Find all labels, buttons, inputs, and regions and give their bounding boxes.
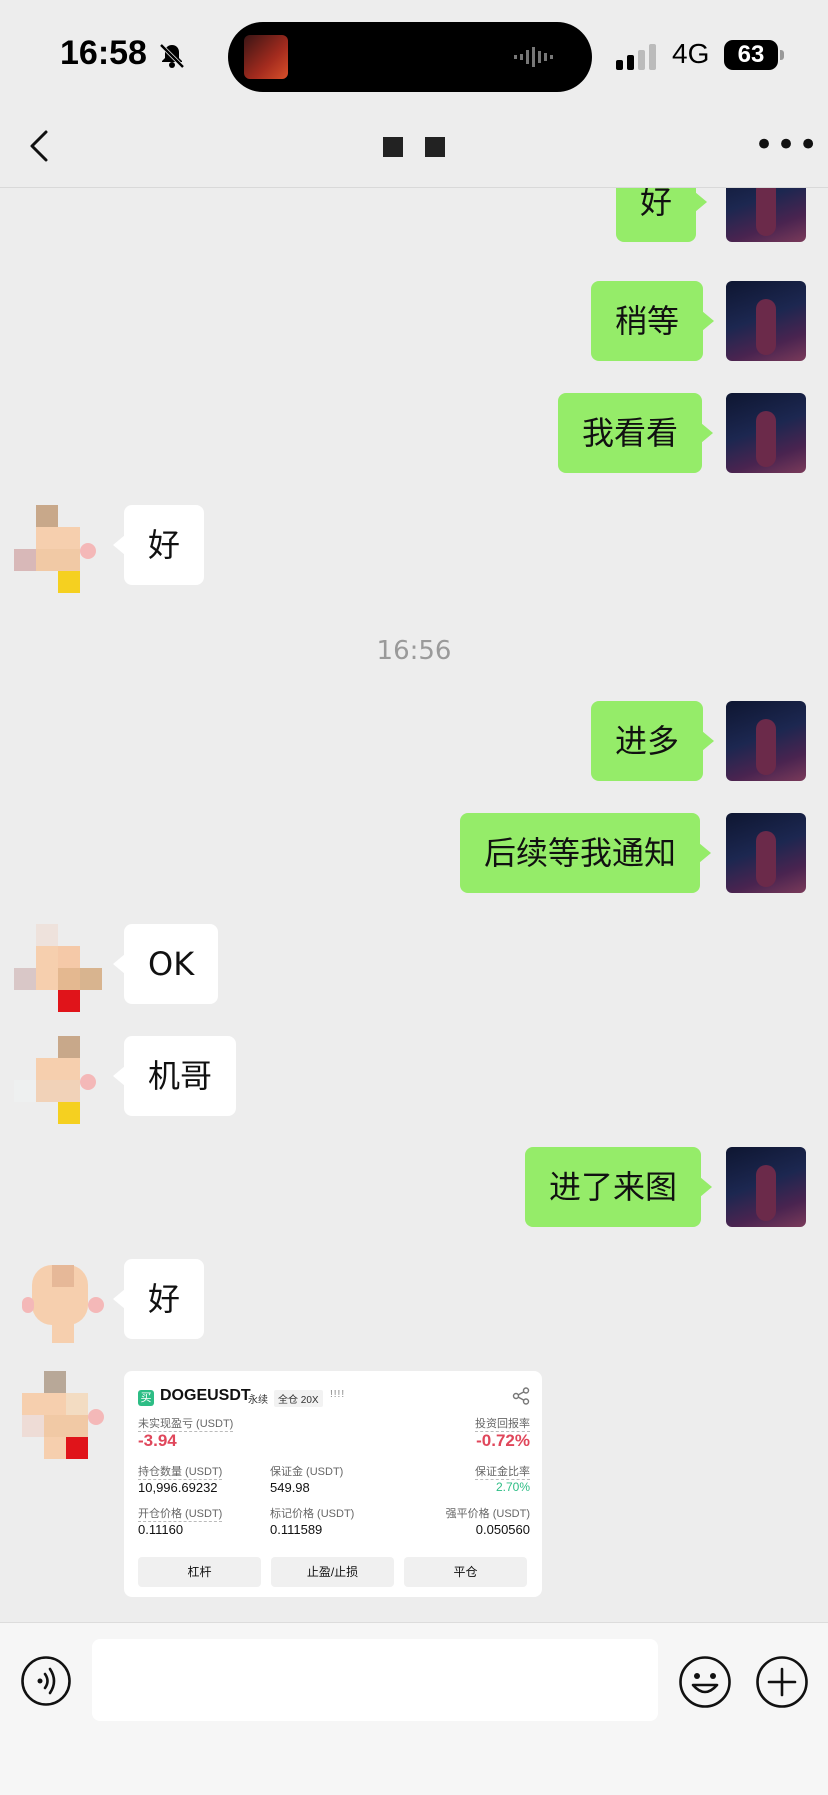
- timestamp: 16:56: [376, 636, 452, 666]
- dynamic-island[interactable]: [228, 22, 592, 92]
- contact-avatar[interactable]: [14, 505, 102, 593]
- more-options-icon[interactable]: •••: [754, 128, 820, 162]
- roe-value: -0.72%: [476, 1431, 530, 1450]
- margin-mode-tag: 全仓 20X: [274, 1390, 323, 1407]
- clock: 16:58: [60, 34, 147, 72]
- margin-label: 保证金 (USDT): [270, 1466, 344, 1478]
- chat-header: •••: [0, 100, 828, 188]
- back-icon[interactable]: [26, 128, 56, 164]
- mark-price-value: 0.111589: [270, 1522, 323, 1537]
- share-icon: [512, 1387, 530, 1405]
- entry-price-value: 0.11160: [138, 1522, 184, 1537]
- contact-avatar[interactable]: [22, 1259, 110, 1347]
- message-bubble-sent[interactable]: 好: [616, 188, 708, 242]
- roe-label: 投资回报率: [475, 1415, 530, 1432]
- entry-price-label: 开仓价格 (USDT): [138, 1505, 223, 1522]
- chat-title-redacted: [383, 137, 445, 157]
- composer-bar: [0, 1622, 828, 1795]
- more-actions-icon[interactable]: [755, 1655, 809, 1709]
- contact-avatar[interactable]: [22, 1371, 110, 1459]
- liquidation-price-value: 0.050560: [475, 1522, 530, 1537]
- liquidation-price-label: 强平价格 (USDT): [445, 1508, 530, 1520]
- position-size-label: 持仓数量 (USDT): [138, 1463, 223, 1480]
- perpetual-tag: 永续: [248, 1395, 268, 1406]
- margin-value: 549.98: [270, 1480, 310, 1495]
- margin-ratio-label: 保证金比率: [475, 1463, 530, 1480]
- message-bubble-received[interactable]: OK: [112, 924, 219, 1004]
- position-size-value: 10,996.69232: [138, 1480, 218, 1495]
- message-list[interactable]: 好 稍等 我看看 好 16:56 进多 后续等我通知 OK 机哥 进了来图 好 …: [0, 188, 828, 1622]
- status-bar: 16:58 4G 63: [0, 0, 828, 100]
- message-bubble-sent[interactable]: 稍等: [591, 281, 715, 361]
- emoji-icon[interactable]: [678, 1655, 732, 1709]
- my-avatar[interactable]: [726, 281, 806, 361]
- unrealized-pnl-label: 未实现盈亏 (USDT): [138, 1415, 234, 1432]
- message-bubble-received[interactable]: 好: [112, 505, 205, 585]
- my-avatar[interactable]: [726, 813, 806, 893]
- message-bubble-sent[interactable]: 我看看: [558, 393, 714, 473]
- close-position-button: 平仓: [404, 1557, 527, 1587]
- my-avatar[interactable]: [726, 1147, 806, 1227]
- message-bubble-sent[interactable]: 进多: [591, 701, 715, 781]
- battery-tip: [780, 50, 784, 60]
- my-avatar[interactable]: [726, 393, 806, 473]
- message-bubble-sent[interactable]: 进了来图: [525, 1147, 713, 1227]
- leverage-button: 杠杆: [138, 1557, 261, 1587]
- message-input[interactable]: [92, 1639, 658, 1721]
- audio-wave-icon: [514, 47, 553, 67]
- margin-ratio-value: 2.70%: [495, 1480, 530, 1494]
- message-bubble-received[interactable]: 好: [112, 1259, 205, 1339]
- my-avatar[interactable]: [726, 188, 806, 242]
- contact-avatar[interactable]: [14, 924, 102, 1012]
- my-avatar[interactable]: [726, 701, 806, 781]
- now-playing-thumbnail: [244, 35, 288, 79]
- voice-input-icon[interactable]: [20, 1655, 72, 1707]
- message-bubble-received[interactable]: 机哥: [112, 1036, 237, 1116]
- unrealized-pnl-value: -3.94: [138, 1431, 177, 1450]
- signal-icon: [616, 44, 656, 70]
- mark-price-label: 标记价格 (USDT): [270, 1508, 355, 1520]
- contact-avatar[interactable]: [14, 1036, 102, 1124]
- network-type: 4G: [672, 38, 710, 69]
- strength-bars: !!!!: [330, 1389, 346, 1400]
- tp-sl-button: 止盈/止损: [271, 1557, 394, 1587]
- message-bubble-sent[interactable]: 后续等我通知: [460, 813, 712, 893]
- trade-screenshot-card[interactable]: 买 DOGEUSDT 永续 全仓 20X !!!! 未实现盈亏 (USDT) -…: [124, 1371, 542, 1597]
- trade-symbol: DOGEUSDT: [160, 1387, 251, 1404]
- battery-indicator: 63: [724, 40, 778, 70]
- bell-muted-icon: [159, 43, 185, 69]
- buy-badge: 买: [138, 1390, 154, 1406]
